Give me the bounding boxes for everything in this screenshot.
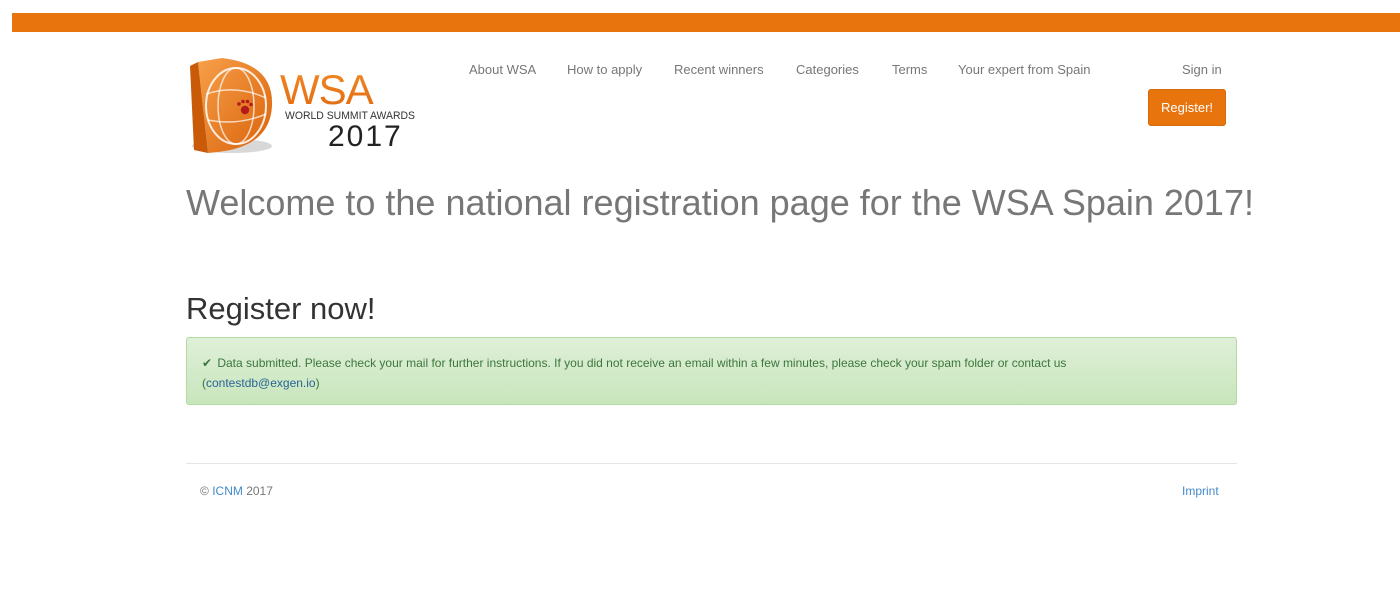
main-nav: About WSA How to apply Recent winners Ca… bbox=[186, 62, 1237, 82]
copyright-year: 2017 bbox=[246, 484, 273, 498]
register-button[interactable]: Register! bbox=[1148, 89, 1226, 126]
copyright-symbol: © bbox=[200, 484, 209, 498]
welcome-title: Welcome to the national registration pag… bbox=[186, 182, 1254, 223]
nav-categories[interactable]: Categories bbox=[796, 62, 859, 77]
footer-divider bbox=[186, 463, 1237, 464]
logo-year-text: 2017 bbox=[328, 120, 403, 153]
sign-in-link[interactable]: Sign in bbox=[1182, 62, 1222, 77]
icnm-link[interactable]: ICNM bbox=[212, 484, 243, 498]
nav-terms[interactable]: Terms bbox=[892, 62, 927, 77]
alert-message: Data submitted. Please check your mail f… bbox=[217, 356, 1067, 370]
success-alert: ✔ Data submitted. Please check your mail… bbox=[186, 337, 1237, 405]
footer-copyright: © ICNM 2017 bbox=[200, 484, 273, 498]
alert-paren-close: ) bbox=[315, 376, 320, 390]
nav-recent-winners[interactable]: Recent winners bbox=[674, 62, 764, 77]
nav-expert-spain[interactable]: Your expert from Spain bbox=[958, 62, 1090, 77]
imprint-link[interactable]: Imprint bbox=[1182, 484, 1219, 498]
nav-about-wsa[interactable]: About WSA bbox=[469, 62, 536, 77]
nav-how-to-apply[interactable]: How to apply bbox=[567, 62, 642, 77]
contact-email-link[interactable]: contestdb@exgen.io bbox=[206, 376, 316, 390]
check-icon: ✔ bbox=[202, 356, 213, 370]
register-heading: Register now! bbox=[186, 291, 376, 326]
page-container: WSA WORLD SUMMIT AWARDS 2017 About WSA H… bbox=[186, 0, 1254, 598]
